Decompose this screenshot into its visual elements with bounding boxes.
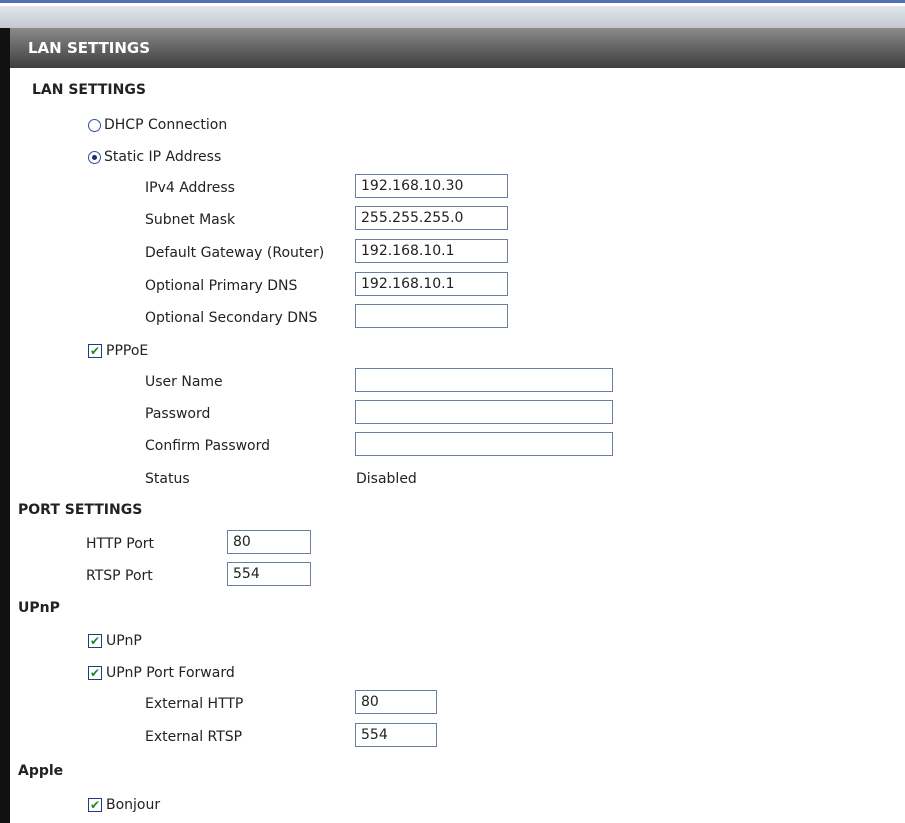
subnet-mask-field[interactable] xyxy=(355,206,508,230)
external-http-field[interactable] xyxy=(355,690,437,714)
left-frame-border xyxy=(0,28,10,823)
upnp-label: UPnP xyxy=(106,633,142,649)
bonjour-checkbox[interactable]: ✔ xyxy=(88,798,102,812)
pppoe-status-label: Status xyxy=(145,471,190,487)
port-section-title: PORT SETTINGS xyxy=(18,502,143,518)
upnp-checkbox[interactable]: ✔ xyxy=(88,634,102,648)
upnp-port-forward-checkbox[interactable]: ✔ xyxy=(88,666,102,680)
external-http-label: External HTTP xyxy=(145,696,244,712)
secondary-dns-label: Optional Secondary DNS xyxy=(145,310,318,326)
primary-dns-label: Optional Primary DNS xyxy=(145,278,298,294)
bonjour-label: Bonjour xyxy=(106,797,161,813)
pppoe-checkbox[interactable]: ✔ xyxy=(88,344,102,358)
http-port-field[interactable] xyxy=(227,530,311,554)
pppoe-confirm-password-field[interactable] xyxy=(355,432,613,456)
window-top-bar xyxy=(0,0,905,28)
http-port-label: HTTP Port xyxy=(86,536,155,552)
page-title: LAN SETTINGS xyxy=(10,28,905,68)
settings-form: LAN SETTINGS DHCP Connection Static IP A… xyxy=(10,68,905,823)
lan-section-title: LAN SETTINGS xyxy=(32,82,146,98)
pppoe-password-label: Password xyxy=(145,406,211,422)
gateway-field[interactable] xyxy=(355,239,508,263)
external-rtsp-label: External RTSP xyxy=(145,729,243,745)
external-rtsp-field[interactable] xyxy=(355,723,437,747)
pppoe-username-field[interactable] xyxy=(355,368,613,392)
pppoe-label: PPPoE xyxy=(106,343,149,359)
upnp-section-title: UPnP xyxy=(18,600,60,616)
subnet-label: Subnet Mask xyxy=(145,212,236,228)
dhcp-label: DHCP Connection xyxy=(104,117,228,133)
ipv4-label: IPv4 Address xyxy=(145,180,235,196)
primary-dns-field[interactable] xyxy=(355,272,508,296)
pppoe-user-label: User Name xyxy=(145,374,223,390)
rtsp-port-field[interactable] xyxy=(227,562,311,586)
upnp-port-forward-label: UPnP Port Forward xyxy=(106,665,235,681)
rtsp-port-label: RTSP Port xyxy=(86,568,153,584)
ipv4-address-field[interactable] xyxy=(355,174,508,198)
pppoe-confirm-label: Confirm Password xyxy=(145,438,271,454)
pppoe-password-field[interactable] xyxy=(355,400,613,424)
dhcp-radio[interactable] xyxy=(88,119,101,132)
pppoe-status-value: Disabled xyxy=(356,471,417,487)
secondary-dns-field[interactable] xyxy=(355,304,508,328)
apple-section-title: Apple xyxy=(18,763,64,779)
static-ip-radio[interactable] xyxy=(88,151,101,164)
static-ip-label: Static IP Address xyxy=(104,149,222,165)
gateway-label: Default Gateway (Router) xyxy=(145,245,325,261)
